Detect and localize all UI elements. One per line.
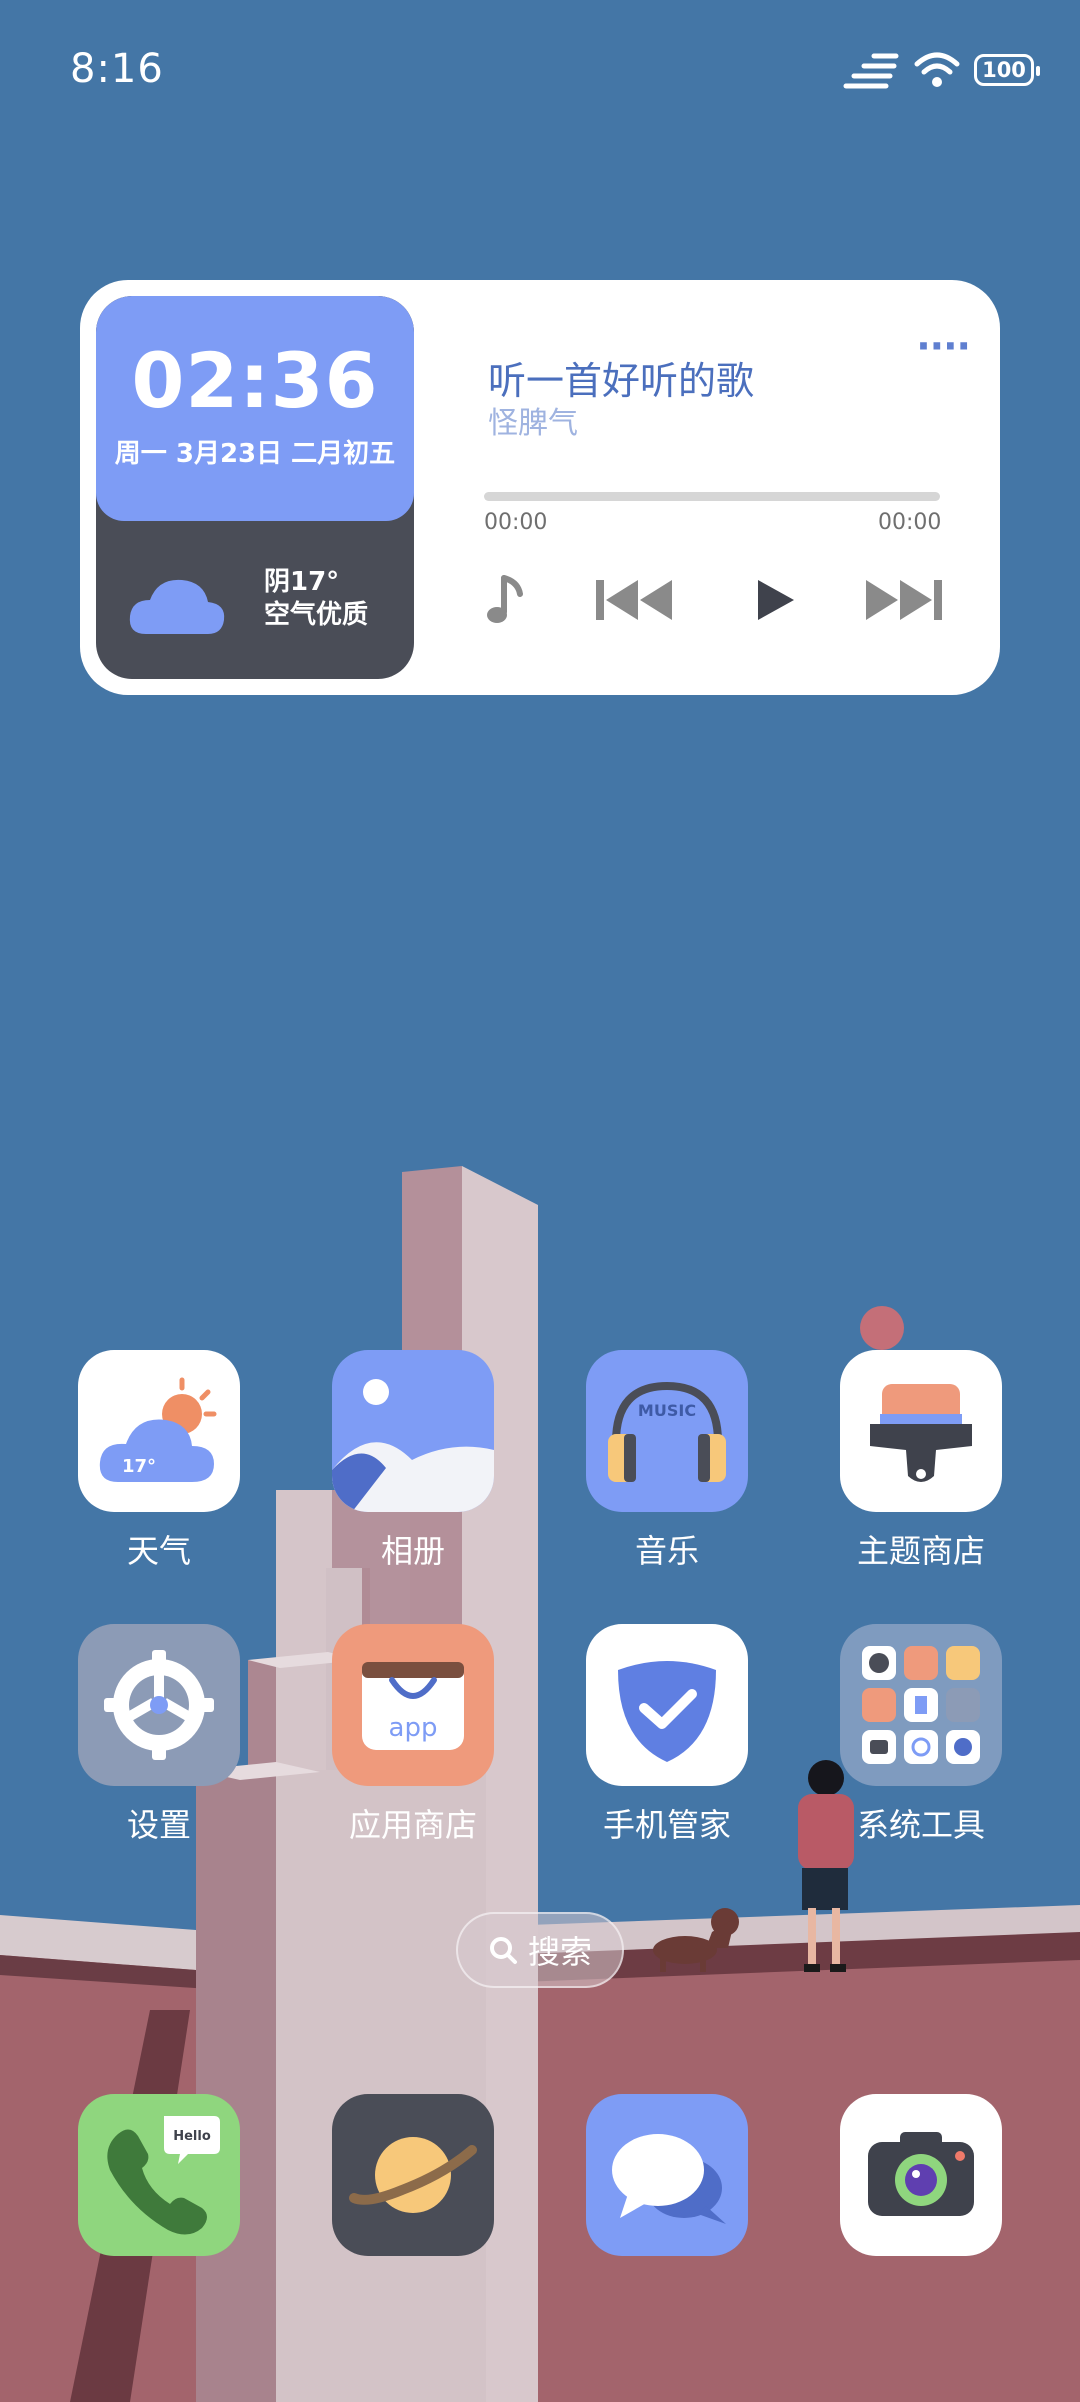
app-gallery[interactable]: 相册 — [332, 1350, 494, 1572]
app-system-tools-folder[interactable]: 系统工具 — [840, 1624, 1002, 1846]
app-store-icon-text: app — [389, 1713, 438, 1743]
gallery-icon — [332, 1350, 494, 1512]
phone-manager-icon — [586, 1624, 748, 1786]
app-store-icon: app — [332, 1624, 494, 1786]
music-icon: MUSIC — [586, 1350, 748, 1512]
previous-track-icon[interactable] — [594, 572, 676, 628]
battery-level: 100 — [982, 58, 1026, 82]
app-label: 设置 — [126, 1806, 191, 1844]
next-track-icon[interactable] — [862, 572, 944, 628]
app-weather[interactable]: 17° 天气 — [78, 1350, 240, 1572]
clock-time: 02:36 — [131, 336, 379, 425]
dock-messages[interactable] — [586, 2094, 748, 2256]
play-icon[interactable] — [748, 572, 798, 628]
clock-weather-card[interactable]: 02:36 周一 3月23日 二月初五 阴17° 空气优质 — [96, 296, 414, 679]
status-icons: 100 — [842, 50, 1040, 90]
app-label: 手机管家 — [602, 1806, 731, 1844]
app-phone-manager[interactable]: 手机管家 — [586, 1624, 748, 1846]
app-label: 应用商店 — [348, 1806, 477, 1844]
phone-icon: Hello — [107, 2116, 220, 2235]
app-label: 系统工具 — [856, 1806, 985, 1844]
air-quality: 空气优质 — [264, 600, 369, 630]
app-label: 主题商店 — [856, 1532, 985, 1570]
weather-icon: 17° — [78, 1350, 240, 1512]
clock-date: 周一 3月23日 二月初五 — [114, 439, 396, 469]
cloud-icon — [129, 579, 225, 634]
app-label: 相册 — [380, 1532, 445, 1570]
music-icon-text: MUSIC — [638, 1401, 696, 1420]
search-icon — [489, 1937, 517, 1964]
song-artist: 怪脾气 — [488, 406, 578, 441]
song-title: 听一首好听的歌 — [488, 359, 755, 403]
app-music[interactable]: MUSIC 音乐 — [586, 1350, 748, 1572]
clock-music-widget[interactable]: 02:36 周一 3月23日 二月初五 阴17° 空气优质 听一首好听的歌 怪脾… — [80, 280, 1000, 695]
app-label: 音乐 — [634, 1532, 699, 1570]
music-note-icon[interactable] — [482, 572, 530, 628]
clock-panel: 02:36 周一 3月23日 二月初五 — [96, 296, 414, 521]
app-app-store[interactable]: app 应用商店 — [332, 1624, 494, 1846]
total-duration: 00:00 — [878, 510, 942, 535]
system-tools-folder-icon — [840, 1624, 1002, 1786]
weather-summary: 阴17° 空气优质 — [264, 566, 368, 632]
app-settings[interactable]: 设置 — [78, 1624, 240, 1846]
app-label: 天气 — [126, 1532, 191, 1570]
playback-progress-bar[interactable] — [484, 492, 940, 501]
more-options-icon[interactable]: ···· — [916, 324, 971, 368]
search-button[interactable]: 搜索 — [456, 1912, 624, 1988]
status-time: 8:16 — [70, 46, 164, 92]
phone-icon-text: Hello — [173, 2129, 211, 2144]
dock-browser[interactable] — [332, 2094, 494, 2256]
app-theme-store[interactable]: 主题商店 — [840, 1350, 1002, 1572]
settings-icon — [78, 1624, 240, 1786]
camera-icon — [868, 2132, 974, 2216]
wifi-icon — [914, 52, 960, 87]
battery-icon: 100 — [974, 54, 1040, 86]
browser-icon — [349, 2137, 477, 2213]
dock-camera[interactable] — [840, 2094, 1002, 2256]
theme-store-icon — [840, 1350, 1002, 1512]
weather-icon-temp: 17° — [122, 1456, 156, 1477]
dock-phone[interactable]: Hello — [78, 2094, 240, 2256]
weather-condition: 阴17° — [264, 567, 340, 597]
messages-icon — [612, 2134, 726, 2224]
search-label: 搜索 — [527, 1933, 592, 1971]
elapsed-time: 00:00 — [484, 510, 548, 535]
signal-icon — [843, 53, 899, 89]
